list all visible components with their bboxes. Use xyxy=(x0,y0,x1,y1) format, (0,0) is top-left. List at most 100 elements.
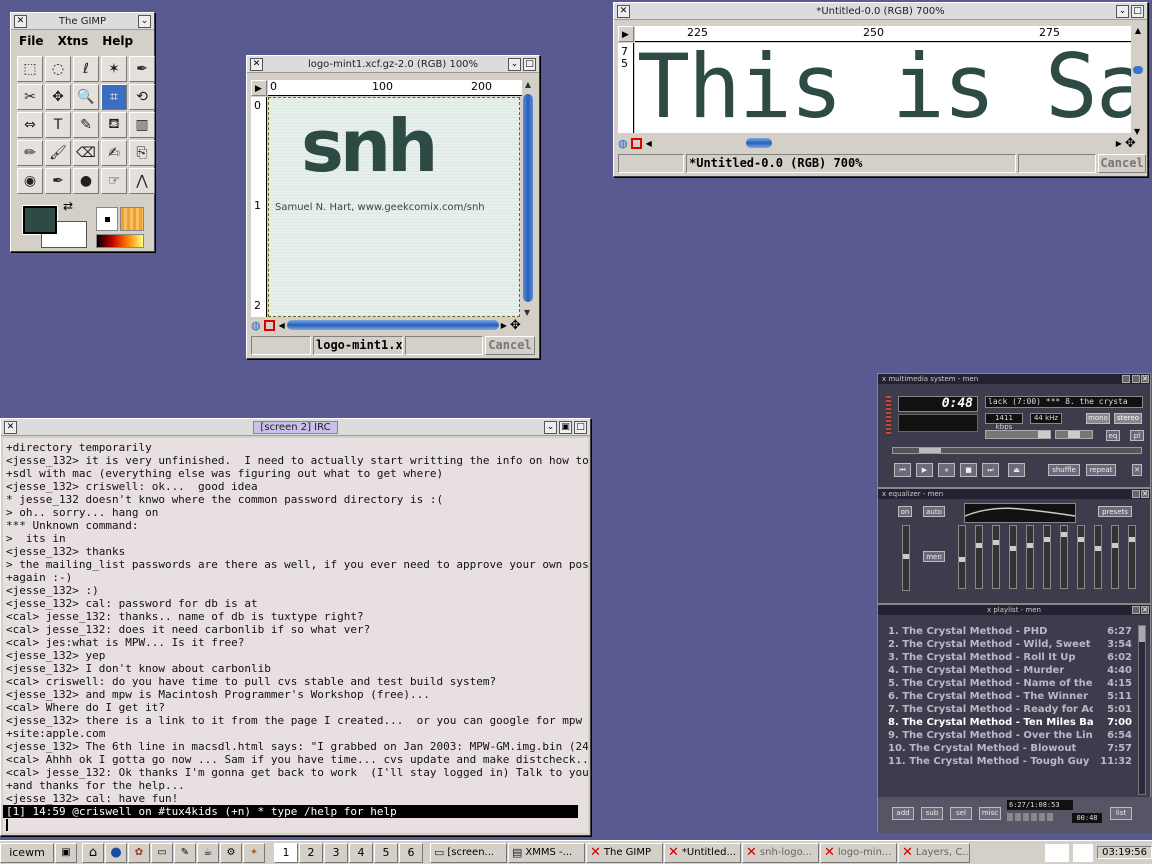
toolbox-titlebar[interactable]: ✕ The GIMP ⌄ xyxy=(11,13,154,30)
eq-band-slider[interactable] xyxy=(1060,525,1068,589)
xmms-menu-icon[interactable]: ✕ xyxy=(1132,464,1142,476)
playlist-item[interactable]: 3. The Crystal Method - Roll It Up 6:02 xyxy=(878,651,1136,664)
convolve-icon[interactable]: ◉ xyxy=(17,168,43,194)
shuffle-button[interactable]: shuffle xyxy=(1048,464,1080,476)
settings-launcher-icon[interactable]: ⚙ xyxy=(220,842,242,863)
window-list-icon[interactable]: ▣ xyxy=(55,842,77,863)
close-icon[interactable]: ✕ xyxy=(1141,606,1149,614)
workspace-button[interactable]: 3 xyxy=(324,842,348,863)
eraser-icon[interactable]: ⌫ xyxy=(73,140,99,166)
logo-window-titlebar[interactable]: ✕ logo-mint1.xcf.gz-2.0 (RGB) 100% ⌄ □ xyxy=(247,56,539,73)
playlist-item[interactable]: 5. The Crystal Method - Name of the Game… xyxy=(878,677,1136,690)
vertical-scrollbar[interactable]: ▲ ▼ xyxy=(522,80,534,317)
scroll-left-icon[interactable]: ◀ xyxy=(279,321,285,330)
xmms-main-title[interactable]: x multimedia system - men xyxy=(878,374,1150,384)
pl-add-button[interactable]: add xyxy=(892,807,914,820)
menu-file[interactable]: File xyxy=(19,34,44,48)
pause-icon[interactable]: ⏸ xyxy=(938,463,955,477)
playlist-item[interactable]: 10. The Crystal Method - Blowout 7:57 xyxy=(878,742,1136,755)
next-icon[interactable]: ⏭ xyxy=(982,463,999,477)
eq-auto-button[interactable]: auto xyxy=(923,506,945,517)
mail-launcher-icon[interactable]: ☕ xyxy=(197,842,219,863)
ellipse-select-icon[interactable]: ◌ xyxy=(45,56,71,82)
navigation-icon[interactable]: ◍ xyxy=(618,137,628,150)
workspace-button[interactable]: 2 xyxy=(299,842,323,863)
vertical-scrollbar[interactable]: ▲ ▼ xyxy=(1132,26,1144,136)
playlist-item[interactable]: 9. The Crystal Method - Over the Line 6:5… xyxy=(878,729,1136,742)
eq-band-slider[interactable] xyxy=(1094,525,1102,589)
navigation-icon[interactable]: ◍ xyxy=(251,319,261,332)
eq-on-button[interactable]: on xyxy=(898,506,912,517)
stop-icon[interactable]: ■ xyxy=(960,463,977,477)
color-swatches[interactable]: ⇄ xyxy=(22,199,88,248)
pan-icon[interactable]: ✥ xyxy=(1125,136,1136,151)
eq-title[interactable]: x equalizer - men xyxy=(878,489,1150,499)
text-icon[interactable]: T xyxy=(45,112,71,138)
minimize-icon[interactable]: ⌄ xyxy=(138,15,151,28)
eq-band-slider[interactable] xyxy=(1009,525,1017,589)
magic-wand-icon[interactable]: ✶ xyxy=(101,56,127,82)
shade-icon[interactable] xyxy=(1132,606,1140,614)
eq-band-slider[interactable] xyxy=(1077,525,1085,589)
previous-icon[interactable]: ⏮ xyxy=(894,463,911,477)
bucket-fill-icon[interactable]: ⛾ xyxy=(101,112,127,138)
menu-help[interactable]: Help xyxy=(102,34,133,48)
crop-icon[interactable]: ⌗ xyxy=(101,84,127,110)
pl-list-button[interactable]: list xyxy=(1110,807,1132,820)
untitled-window-titlebar[interactable]: ✕ *Untitled-0.0 (RGB) 700% ⌄ □ xyxy=(614,3,1147,20)
seek-bar[interactable] xyxy=(892,447,1142,454)
eq-band-slider[interactable] xyxy=(958,525,966,589)
scroll-right-icon[interactable]: ▶ xyxy=(1116,139,1122,148)
color-picker-icon[interactable]: ✎ xyxy=(73,112,99,138)
cancel-button[interactable]: Cancel xyxy=(485,336,535,355)
scissors-icon[interactable]: ✂ xyxy=(17,84,43,110)
gradient-icon[interactable]: ▥ xyxy=(129,112,155,138)
pan-icon[interactable]: ✥ xyxy=(510,318,521,333)
tools-launcher-icon[interactable]: ✦ xyxy=(243,842,265,863)
airbrush-icon[interactable]: ✍ xyxy=(101,140,127,166)
dodge-icon[interactable]: ● xyxy=(73,168,99,194)
close-icon[interactable]: ✕ xyxy=(1141,375,1149,383)
pattern-preview[interactable] xyxy=(120,207,144,231)
pl-toggle-button[interactable]: pl xyxy=(1130,430,1144,441)
gimp-launcher-icon[interactable]: ✿ xyxy=(128,842,150,863)
measure-icon[interactable]: ⋀ xyxy=(129,168,155,194)
horizontal-scroll-thumb[interactable] xyxy=(745,138,772,148)
eject-icon[interactable]: ⏏ xyxy=(1008,463,1025,477)
menu-xtns[interactable]: Xtns xyxy=(58,34,89,48)
gradient-preview[interactable] xyxy=(96,234,144,248)
eq-band-slider[interactable] xyxy=(1043,525,1051,589)
playlist-list[interactable]: 1. The Crystal Method - PHD 6:27 2. The Cr… xyxy=(878,625,1136,795)
eq-band-slider[interactable] xyxy=(992,525,1000,589)
maximize-icon[interactable]: □ xyxy=(523,58,536,71)
workspace-button[interactable]: 6 xyxy=(399,842,423,863)
eq-band-slider[interactable] xyxy=(1128,525,1136,589)
pl-misc-button[interactable]: misc xyxy=(979,807,1001,820)
minimize-icon[interactable]: ⌄ xyxy=(544,421,557,434)
brush-pattern-gradient[interactable] xyxy=(96,207,146,249)
irc-body[interactable]: +directory temporarily <jesse_132> it is … xyxy=(3,438,588,833)
task-button[interactable]: ✕ snh-logo... xyxy=(742,842,819,863)
playlist-scrollbar[interactable] xyxy=(1138,625,1146,795)
flip-icon[interactable]: ⇔ xyxy=(17,112,43,138)
eq-band-slider[interactable] xyxy=(1026,525,1034,589)
maximize-icon[interactable]: □ xyxy=(1131,5,1144,18)
playlist-item[interactable]: 1. The Crystal Method - PHD 6:27 xyxy=(878,625,1136,638)
shade-icon[interactable] xyxy=(1132,375,1140,383)
eq-toggle-button[interactable]: eq xyxy=(1106,430,1120,441)
workspace-button[interactable]: 4 xyxy=(349,842,373,863)
workspace-button[interactable]: 5 xyxy=(374,842,398,863)
horizontal-scroll-thumb[interactable] xyxy=(286,320,499,330)
transform-icon[interactable]: ⟲ xyxy=(129,84,155,110)
menu-arrow-button[interactable]: ▶ xyxy=(251,80,267,96)
magnify-icon[interactable]: 🔍 xyxy=(73,84,99,110)
swap-colors-icon[interactable]: ⇄ xyxy=(63,199,73,213)
irc-titlebar[interactable]: ✕ [screen 2] IRC ⌄ ▣ □ xyxy=(1,419,590,436)
task-button[interactable]: ✕ logo-min... xyxy=(820,842,897,863)
pencil-icon[interactable]: ✏ xyxy=(17,140,43,166)
close-icon[interactable]: ✕ xyxy=(1141,490,1149,498)
visualizer[interactable] xyxy=(898,414,978,432)
workspace-button[interactable]: 1 xyxy=(274,842,298,863)
pl-sel-button[interactable]: sel xyxy=(950,807,972,820)
browser-icon[interactable]: ● xyxy=(105,842,127,863)
